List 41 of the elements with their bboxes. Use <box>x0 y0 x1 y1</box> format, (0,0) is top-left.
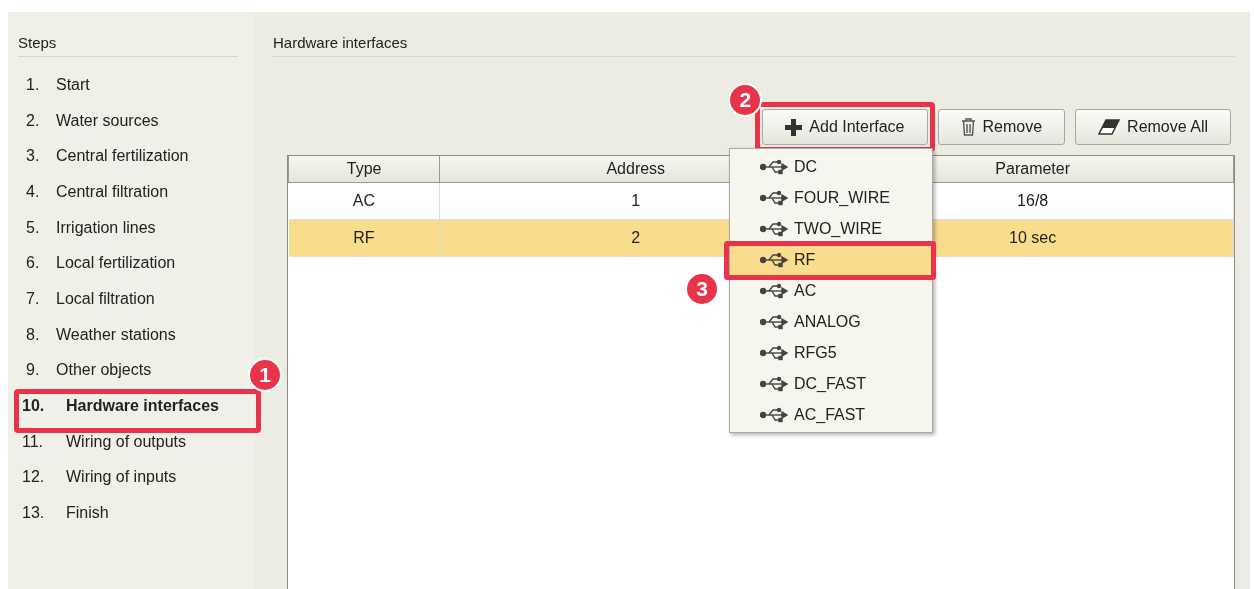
step-item[interactable]: 6. Local fertilization <box>18 245 184 282</box>
step-item[interactable]: 10. Hardware interfaces <box>18 388 227 424</box>
menu-item[interactable]: DC_FAST <box>730 368 932 399</box>
eraser-icon <box>1098 119 1121 135</box>
step-item[interactable]: 2. Water sources <box>18 102 167 139</box>
table-cell: AC <box>288 182 440 220</box>
toolbar-button[interactable]: Remove All <box>1075 109 1231 145</box>
usb-icon <box>760 158 788 175</box>
toolbar-button[interactable]: Remove <box>937 109 1066 145</box>
step-item[interactable]: 7. Local filtration <box>18 281 163 317</box>
column-header[interactable]: Type <box>288 156 440 183</box>
step-item[interactable]: 8. Weather stations <box>18 316 184 353</box>
step-item[interactable]: 5. Irrigation lines <box>18 209 164 246</box>
step-item[interactable]: 1. Start <box>18 67 98 103</box>
usb-icon <box>760 282 788 299</box>
plus-icon <box>785 118 803 136</box>
toolbar-button[interactable]: Add Interface <box>762 109 928 145</box>
step-item[interactable]: 9. Other objects <box>18 352 160 389</box>
trash-icon <box>960 118 976 136</box>
step-item[interactable]: 11. Wiring of outputs <box>18 423 195 460</box>
menu-item[interactable]: RF <box>730 244 932 275</box>
step-item[interactable]: 4. Central filtration <box>18 174 177 210</box>
usb-icon <box>760 375 788 392</box>
usb-icon <box>760 251 788 268</box>
step-item[interactable]: 3. Central fertilization <box>18 138 197 175</box>
callout-badge: 2 <box>728 83 763 117</box>
usb-icon <box>760 313 788 330</box>
usb-icon <box>760 220 788 237</box>
step-item[interactable]: 12. Wiring of inputs <box>18 459 185 496</box>
panel-title: Hardware interfaces <box>273 34 1235 57</box>
usb-icon <box>760 189 788 206</box>
menu-item[interactable]: AC <box>730 275 932 306</box>
callout-badge: 1 <box>248 358 282 393</box>
step-item[interactable]: 13. Finish <box>18 495 117 531</box>
usb-icon <box>760 406 788 423</box>
usb-icon <box>760 344 788 361</box>
table-cell: RF <box>288 219 440 257</box>
menu-item[interactable]: ANALOG <box>730 306 932 337</box>
menu-item[interactable]: RFG5 <box>730 337 932 368</box>
menu-item[interactable]: AC_FAST <box>730 399 932 430</box>
sidebar-title: Steps <box>18 34 238 57</box>
